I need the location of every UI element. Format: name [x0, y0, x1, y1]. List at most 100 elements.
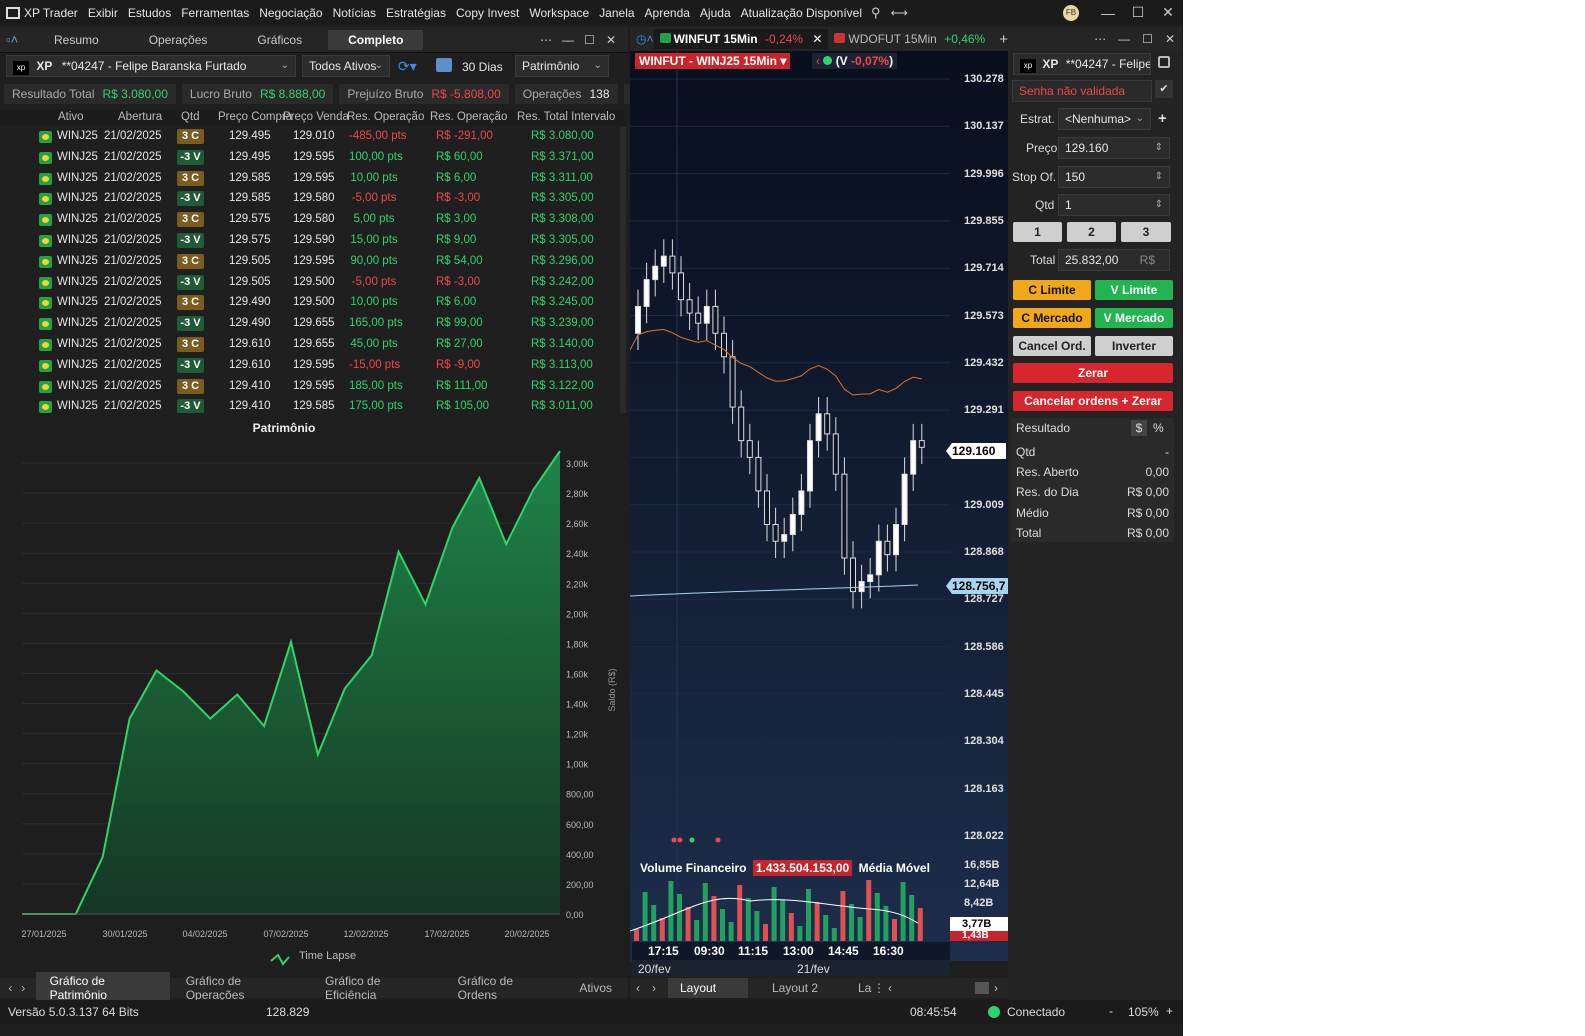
- tab-layout-2[interactable]: Layout 2: [772, 981, 818, 995]
- avatar[interactable]: FB: [1063, 4, 1079, 21]
- clock-icon[interactable]: ◷˄: [630, 32, 654, 46]
- close-icon[interactable]: ✕: [1153, 4, 1183, 21]
- table-row[interactable]: WINJ25 21/02/2025 -3 V 129.410 129.585 175,00…: [0, 397, 620, 413]
- minimize-icon[interactable]: —: [1093, 5, 1123, 21]
- table-row[interactable]: WINJ25 21/02/2025 3 C 129.495 129.010 -485,00…: [0, 127, 620, 148]
- table-row[interactable]: WINJ25 21/02/2025 3 C 129.410 129.595 185,00 …: [0, 377, 620, 398]
- menu-copy-invest[interactable]: Copy Invest: [451, 6, 524, 20]
- search-icon[interactable]: ⚲: [871, 5, 881, 21]
- next-icon[interactable]: ›: [652, 981, 656, 995]
- table-scrollbar[interactable]: [620, 127, 626, 413]
- tab-completo[interactable]: Completo: [328, 29, 424, 50]
- panel-close-icon[interactable]: ✕: [1165, 32, 1175, 46]
- zoom-out-button[interactable]: -: [1109, 1004, 1113, 1018]
- menu-workspace[interactable]: Workspace: [524, 6, 594, 20]
- table-row[interactable]: WINJ25 21/02/2025 3 C 129.610 129.655 45,00 p…: [0, 335, 620, 356]
- menu-ferramentas[interactable]: Ferramentas: [176, 6, 254, 20]
- panel-maximize-icon[interactable]: ☐: [1142, 32, 1153, 46]
- menu-negociacao[interactable]: Negociação: [254, 6, 327, 20]
- tab-layout-1[interactable]: Layout 1✕: [668, 978, 748, 1015]
- menu-janela[interactable]: Janela: [594, 6, 639, 20]
- tab-grafico-operacoes[interactable]: Gráfico de Operações: [170, 974, 309, 1002]
- more-icon[interactable]: ⋯: [540, 33, 562, 47]
- prev-icon[interactable]: ‹: [636, 981, 640, 995]
- column-header[interactable]: Res. Operação: [430, 111, 507, 123]
- cancel-orders-button[interactable]: Cancel Ord.: [1013, 336, 1091, 356]
- lock-icon[interactable]: [1158, 56, 1170, 68]
- column-header[interactable]: Res. Operação: [347, 111, 424, 123]
- table-row[interactable]: WINJ25 21/02/2025 3 C 129.490 129.500 10,00 p…: [0, 293, 620, 314]
- table-row[interactable]: WINJ25 21/02/2025 -3 V 129.490 129.655 165,00…: [0, 314, 620, 335]
- check-icon[interactable]: ✔: [1155, 80, 1173, 98]
- add-tab-icon[interactable]: +: [999, 31, 1008, 48]
- scroll-right-icon[interactable]: ›: [994, 981, 998, 995]
- cancel-zero-button[interactable]: Cancelar ordens + Zerar: [1013, 391, 1173, 411]
- refresh-icon[interactable]: ⟳▾: [398, 58, 417, 75]
- tab-graficos[interactable]: Gráficos: [237, 30, 322, 50]
- menu-aprenda[interactable]: Aprenda: [640, 6, 695, 20]
- invert-button[interactable]: Inverter: [1095, 336, 1173, 356]
- tab-grafico-eficiencia[interactable]: Gráfico de Eficiência: [309, 974, 442, 1002]
- table-row[interactable]: WINJ25 21/02/2025 -3 V 129.505 129.500 -5,00 …: [0, 273, 620, 294]
- table-row[interactable]: WINJ25 21/02/2025 -3 V 129.585 129.580 -5,00 …: [0, 189, 620, 210]
- table-row[interactable]: WINJ25 21/02/2025 3 C 129.585 129.595 10,00 p…: [0, 169, 620, 190]
- account-select[interactable]: xp XP **04247 - Felipe Baranska Furtado …: [6, 55, 296, 77]
- prev-icon[interactable]: ‹: [4, 981, 17, 995]
- more-icon[interactable]: ⋮: [873, 981, 885, 995]
- period-label[interactable]: 30 Dias: [462, 60, 503, 74]
- price-input[interactable]: 129.160 ⇕: [1058, 137, 1170, 159]
- order-account-select[interactable]: xp XP **04247 - Felipe: [1013, 53, 1151, 75]
- panel-minimize-icon[interactable]: —: [562, 33, 584, 47]
- column-header[interactable]: Abertura: [118, 111, 162, 123]
- zoom-in-button[interactable]: +: [1166, 1004, 1173, 1018]
- menu-ajuda[interactable]: Ajuda: [695, 6, 736, 20]
- panel-maximize-icon[interactable]: ☐: [584, 33, 606, 47]
- panel-minimize-icon[interactable]: —: [1118, 32, 1130, 46]
- table-row[interactable]: WINJ25 21/02/2025 -3 V 129.495 129.595 100,00…: [0, 148, 620, 169]
- chart-tab-winfut[interactable]: WINFUT 15Min -0,24% ✕: [653, 29, 829, 49]
- qty-preset-2[interactable]: 2: [1067, 222, 1116, 242]
- maximize-icon[interactable]: ☐: [1123, 4, 1153, 21]
- percent-toggle[interactable]: %: [1153, 421, 1164, 435]
- chart-title-tag[interactable]: WINFUT - WINJ25 15Min ▾: [635, 53, 791, 69]
- tab-layout-3[interactable]: La: [858, 981, 871, 995]
- menu-estrategias[interactable]: Estratégias: [381, 6, 451, 20]
- stepper-icon[interactable]: ⇕: [1155, 195, 1163, 215]
- stepper-icon[interactable]: ⇕: [1155, 167, 1163, 187]
- view-select[interactable]: Patrimônio ⌄: [515, 55, 609, 77]
- menu-noticias[interactable]: Notícias: [328, 6, 381, 20]
- zero-button[interactable]: Zerar: [1013, 363, 1173, 383]
- menu-update[interactable]: Atualização Disponível: [736, 6, 867, 20]
- buy-market-button[interactable]: C Mercado: [1013, 308, 1091, 328]
- tab-operacoes[interactable]: Operações: [129, 30, 228, 50]
- password-field[interactable]: Senha não validada: [1012, 80, 1152, 102]
- share-icon[interactable]: ⟷: [891, 6, 908, 20]
- tab-grafico-ordens[interactable]: Gráfico de Ordens: [442, 974, 564, 1002]
- sell-market-button[interactable]: V Mercado: [1095, 308, 1173, 328]
- calendar-icon[interactable]: [436, 58, 452, 72]
- menu-exibir[interactable]: Exibir: [83, 6, 123, 20]
- table-row[interactable]: WINJ25 21/02/2025 -3 V 129.575 129.590 15,00 …: [0, 231, 620, 252]
- chart-tab-wdofut[interactable]: WDOFUT 15Min +0,46%: [828, 29, 991, 49]
- table-row[interactable]: WINJ25 21/02/2025 3 C 129.575 129.580 5,00 pt…: [0, 210, 620, 231]
- more-icon[interactable]: ⋯: [1094, 32, 1106, 46]
- column-header[interactable]: Preço Venda: [283, 111, 349, 123]
- price-chart[interactable]: [629, 51, 1008, 961]
- column-header[interactable]: Qtd: [181, 111, 200, 123]
- scroll-left-icon[interactable]: ‹: [888, 981, 892, 995]
- menu-estudos[interactable]: Estudos: [123, 6, 176, 20]
- asset-filter-select[interactable]: Todos Ativos ⌄: [302, 55, 390, 77]
- stop-input[interactable]: 150 ⇕: [1058, 166, 1170, 188]
- column-header[interactable]: Res. Total Intervalo: [517, 111, 615, 123]
- tab-ativos[interactable]: Ativos: [563, 981, 628, 995]
- close-tab-icon[interactable]: ✕: [812, 32, 822, 46]
- qty-preset-1[interactable]: 1: [1013, 222, 1062, 242]
- table-row[interactable]: WINJ25 21/02/2025 -3 V 129.610 129.595 -15,00…: [0, 356, 620, 377]
- currency-toggle[interactable]: $: [1131, 420, 1147, 436]
- strategy-select[interactable]: <Nenhuma> ⌄: [1058, 108, 1151, 130]
- add-strategy-icon[interactable]: +: [1158, 110, 1167, 127]
- panel-close-icon[interactable]: ✕: [606, 33, 628, 47]
- sell-limit-button[interactable]: V Limite: [1095, 280, 1173, 300]
- qty-preset-3[interactable]: 3: [1121, 222, 1171, 242]
- column-header[interactable]: Ativo: [58, 111, 84, 123]
